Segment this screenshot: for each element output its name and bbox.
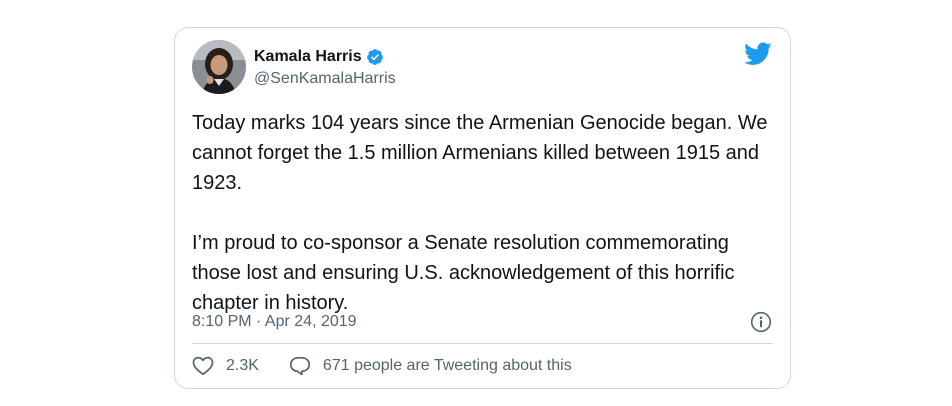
tweet-timestamp[interactable]: 8:10 PM · Apr 24, 2019 <box>192 313 357 331</box>
avatar[interactable] <box>192 40 246 94</box>
twitter-bird-icon[interactable] <box>744 42 772 66</box>
like-count: 2.3K <box>226 357 259 374</box>
tweet-card[interactable]: Kamala Harris @SenKamalaHarris Today mar… <box>174 27 791 389</box>
like-button[interactable]: 2.3K <box>192 356 259 376</box>
tweet-paragraph: Today marks 104 years since the Armenian… <box>192 112 768 194</box>
tweet-paragraph: I’m proud to co-sponsor a Senate resolut… <box>192 232 735 314</box>
avatar-image <box>192 40 246 94</box>
speech-bubble-icon <box>289 356 311 376</box>
tweet-text: Today marks 104 years since the Armenian… <box>192 108 772 318</box>
heart-icon <box>192 356 214 376</box>
divider <box>192 343 773 344</box>
tweeting-about-link[interactable]: 671 people are Tweeting about this <box>289 356 572 376</box>
info-icon[interactable] <box>750 311 772 333</box>
tweeting-about-label: 671 people are Tweeting about this <box>322 357 572 374</box>
author-display-name[interactable]: Kamala Harris <box>254 48 362 66</box>
author-handle[interactable]: @SenKamalaHarris <box>254 70 396 88</box>
author-info[interactable]: Kamala Harris @SenKamalaHarris <box>254 46 396 88</box>
tweet-actions: 2.3K 671 people are Tweeting about this <box>192 356 572 376</box>
verified-badge-icon <box>366 48 384 66</box>
